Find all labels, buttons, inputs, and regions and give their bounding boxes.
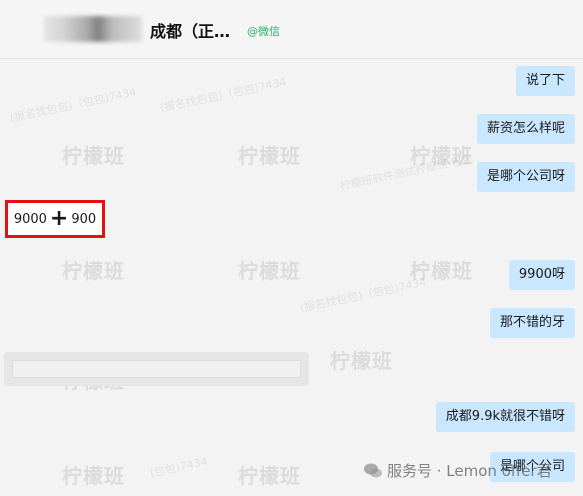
watermark: 柠檬班 bbox=[62, 464, 125, 488]
wechat-icon bbox=[363, 461, 383, 481]
chat-title[interactable]: 成都（正… bbox=[150, 18, 230, 42]
redacted-message bbox=[4, 352, 309, 386]
watermark-text: (包包)7434 bbox=[148, 454, 209, 480]
watermark-text: (报名找包包)（包包)7434 bbox=[158, 75, 288, 115]
watermark: 柠檬班 bbox=[410, 259, 473, 283]
salary-base: 9000 bbox=[13, 211, 47, 227]
highlighted-reply[interactable]: 9000 + 900 bbox=[5, 200, 105, 238]
message-bubble[interactable]: 说了下 bbox=[515, 66, 575, 96]
watermark: 柠檬班 bbox=[330, 349, 393, 373]
salary-bonus: 900 bbox=[71, 211, 97, 227]
watermark-text: (报名找包包)（包包)7434 bbox=[298, 275, 428, 315]
source-footer: 服务号 · Lemon offer君 bbox=[363, 460, 552, 481]
watermark: 柠檬班 bbox=[238, 144, 301, 168]
footer-text: 服务号 · Lemon offer君 bbox=[387, 462, 552, 480]
wechat-tag: @微信 bbox=[247, 25, 280, 38]
chat-header: 成都（正… @微信 bbox=[0, 0, 583, 59]
message-bubble[interactable]: 成都9.9k就很不错呀 bbox=[435, 402, 575, 432]
watermark-text: (报名找包包)（包包)7434 bbox=[8, 85, 138, 125]
message-bubble[interactable]: 9900呀 bbox=[508, 260, 575, 290]
watermark: 柠檬班 bbox=[62, 259, 125, 283]
watermark: 柠檬班 bbox=[62, 144, 125, 168]
message-bubble[interactable]: 那不错的牙 bbox=[489, 308, 575, 338]
redacted-message-inner bbox=[12, 360, 301, 378]
watermark: 柠檬班 bbox=[238, 259, 301, 283]
plus-sign: + bbox=[49, 206, 69, 231]
watermark-text: 柠檬班软件测试柠檬班·包包 bbox=[338, 151, 474, 193]
watermark: 柠檬班 bbox=[238, 464, 301, 488]
message-bubble[interactable]: 薪资怎么样呢 bbox=[476, 114, 575, 144]
message-bubble[interactable]: 是哪个公司呀 bbox=[476, 162, 575, 192]
watermark: 柠檬班 bbox=[410, 144, 473, 168]
blurred-contact-name bbox=[44, 16, 142, 42]
